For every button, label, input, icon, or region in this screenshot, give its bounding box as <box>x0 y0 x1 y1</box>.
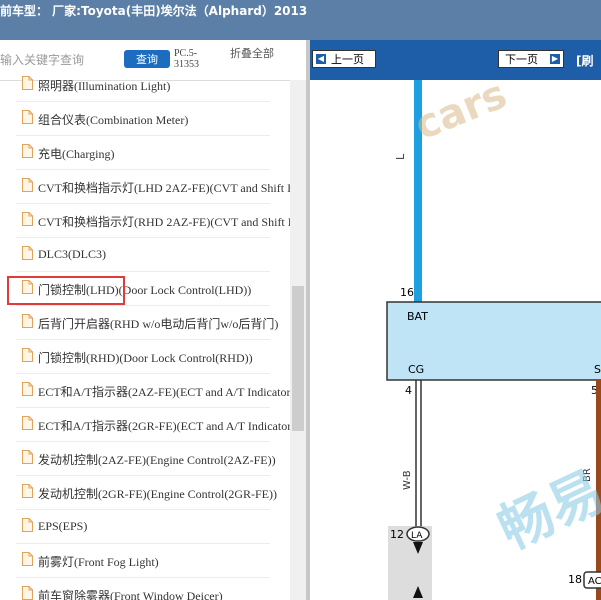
tree-item[interactable]: 充电(Charging) <box>0 136 290 170</box>
right-arrow-icon: ▶ <box>550 54 560 64</box>
viewer-nav-bar: ◀ 上一页 下一页 ▶ [刷 <box>310 40 601 80</box>
window-title: 前车型： 厂家:Toyota(丰田)埃尔法（Alphard）2013 <box>0 4 308 18</box>
file-icon <box>22 518 33 532</box>
refresh-link[interactable]: [刷 <box>576 52 594 69</box>
connector-la-label: LA <box>411 531 423 541</box>
file-icon <box>22 110 33 124</box>
wire-top-label: L <box>394 153 407 160</box>
tree-item[interactable]: 照明器(Illumination Light) <box>0 68 290 102</box>
tree-item[interactable]: EPS(EPS) <box>0 510 290 544</box>
file-icon <box>22 348 33 362</box>
tree-item-label: 门锁控制(RHD)(Door Lock Control(RHD)) <box>38 351 253 365</box>
tree-item-label: DLC3(DLC3) <box>38 247 106 261</box>
tree-item-label: 充电(Charging) <box>38 147 115 161</box>
tree-item[interactable]: ECT和A/T指示器(2AZ-FE)(ECT and A/T Indicator… <box>0 374 295 408</box>
tree-item-label: CVT和换档指示灯(LHD 2AZ-FE)(CVT and Shift Indi… <box>38 181 306 195</box>
pin-ac-number: 18 <box>568 573 582 586</box>
query-button[interactable]: 查询 <box>124 50 170 68</box>
tree-item-label: 发动机控制(2GR-FE)(Engine Control(2GR-FE)) <box>38 487 277 501</box>
pin-bat-number: 16 <box>400 286 414 299</box>
tree-item-label: 照明器(Illumination Light) <box>38 79 171 93</box>
tree-item-label: CVT和换档指示灯(RHD 2AZ-FE)(CVT and Shift Indi… <box>38 215 306 229</box>
tree-item-label: ECT和A/T指示器(2GR-FE)(ECT and A/T Indicator… <box>38 419 296 433</box>
file-icon <box>22 314 33 328</box>
viewer-panel: ◀ 上一页 下一页 ▶ [刷 L 16 BAT CG S 4 5 W-B BR … <box>310 40 601 600</box>
watermark-top: cars <box>409 80 514 149</box>
tree-item[interactable]: DLC3(DLC3) <box>0 238 290 272</box>
tree-item[interactable]: 前雾灯(Front Fog Light) <box>0 544 290 578</box>
tree-item[interactable]: 门锁控制(RHD)(Door Lock Control(RHD)) <box>0 340 290 374</box>
file-icon <box>22 382 33 396</box>
tree-scrollbar[interactable] <box>290 80 306 600</box>
left-arrow-icon: ◀ <box>316 54 326 64</box>
tree-list: 照明器(Illumination Light) 组合仪表(Combination … <box>0 76 306 600</box>
tree-item[interactable]: 前车窗除雾器(Front Window Deicer) <box>0 578 290 600</box>
file-icon <box>22 586 33 600</box>
tree-item-label: 前雾灯(Front Fog Light) <box>38 555 159 569</box>
next-page-button[interactable]: 下一页 ▶ <box>498 50 564 68</box>
selection-highlight <box>7 276 125 305</box>
wiring-diagram: L 16 BAT CG S 4 5 W-B BR 12 LA 8 LL 18 A… <box>386 80 601 600</box>
wire-cg-label: W-B <box>402 470 413 490</box>
watermark-bottom: 畅易 <box>489 459 601 562</box>
tree-item-label: 前车窗除雾器(Front Window Deicer) <box>38 589 223 600</box>
file-icon <box>22 178 33 192</box>
next-page-label: 下一页 <box>505 53 538 66</box>
pin-bat: BAT <box>407 310 428 323</box>
left-panel: 查询 PC.5- 31353 折叠全部 照明器(Illumination Lig… <box>0 40 306 600</box>
file-icon <box>22 76 33 90</box>
tree-item[interactable]: CVT和换档指示灯(RHD 2AZ-FE)(CVT and Shift Indi… <box>0 204 306 238</box>
tree-item[interactable]: CVT和换档指示灯(LHD 2AZ-FE)(CVT and Shift Indi… <box>0 170 306 204</box>
tree-item[interactable]: 组合仪表(Combination Meter) <box>0 102 290 136</box>
tree-item-label: ECT和A/T指示器(2AZ-FE)(ECT and A/T Indicator… <box>38 385 295 399</box>
scroll-thumb[interactable] <box>292 286 304 431</box>
file-icon <box>22 144 33 158</box>
pin-cg: CG <box>408 363 424 376</box>
pin-cg-number: 4 <box>405 384 412 397</box>
tree-item[interactable]: 发动机控制(2GR-FE)(Engine Control(2GR-FE)) <box>0 476 290 510</box>
pin-ac: AC <box>588 576 601 587</box>
file-icon <box>22 416 33 430</box>
tree-item-label: 后背门开启器(RHD w/o电动后背门w/o后背门) <box>38 317 279 331</box>
collapse-all-button[interactable]: 折叠全部 <box>230 48 278 59</box>
file-icon <box>22 246 33 260</box>
tree-item[interactable]: 发动机控制(2AZ-FE)(Engine Control(2AZ-FE)) <box>0 442 290 476</box>
tree-item-label: 发动机控制(2AZ-FE)(Engine Control(2AZ-FE)) <box>38 453 276 467</box>
file-icon <box>22 484 33 498</box>
tree-item[interactable]: ECT和A/T指示器(2GR-FE)(ECT and A/T Indicator… <box>0 408 295 442</box>
pin-s: S <box>594 363 601 376</box>
file-icon <box>22 212 33 226</box>
title-bar: 前车型： 厂家:Toyota(丰田)埃尔法（Alphard）2013 <box>0 0 601 40</box>
search-input[interactable] <box>0 50 118 70</box>
file-icon <box>22 450 33 464</box>
connector-la-number: 12 <box>390 528 404 541</box>
tree-item-label: 组合仪表(Combination Meter) <box>38 113 189 127</box>
prev-page-button[interactable]: ◀ 上一页 <box>312 50 376 68</box>
tree-item-label: EPS(EPS) <box>38 519 88 533</box>
pc-code: PC.5- 31353 <box>174 48 199 70</box>
file-icon <box>22 552 33 566</box>
prev-page-label: 上一页 <box>331 53 364 66</box>
tree-item[interactable]: 后背门开启器(RHD w/o电动后背门w/o后背门) <box>0 306 290 340</box>
